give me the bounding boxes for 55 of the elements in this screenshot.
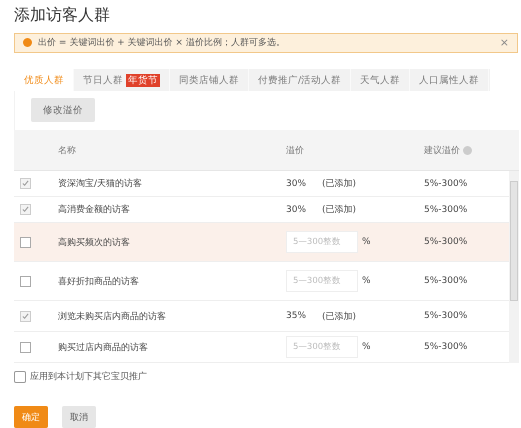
suggested-premium: 5%-300% — [424, 237, 468, 248]
row-checkbox[interactable] — [20, 276, 31, 287]
row-checkbox[interactable] — [20, 236, 31, 248]
apply-checkbox[interactable] — [14, 370, 26, 383]
close-button[interactable]: × — [500, 36, 509, 50]
suggested-premium: 5%-300% — [424, 178, 468, 189]
tab-label: 人口属性人群 — [419, 74, 480, 87]
suggested-premium: 5%-300% — [424, 311, 468, 322]
check-icon — [22, 180, 29, 188]
percent-unit: % — [362, 237, 371, 248]
audience-name: 购买过店内商品的访客 — [58, 342, 149, 354]
column-header: 溢价 — [286, 144, 304, 157]
tab[interactable]: 优质人群 — [15, 69, 74, 92]
tab-label: 节日人群 — [83, 74, 123, 87]
premium-value: 30% — [286, 178, 306, 189]
row-checkbox[interactable] — [20, 204, 31, 216]
warning-icon — [23, 38, 32, 48]
column-header: 名称 — [58, 144, 76, 157]
premium-input[interactable]: 5—300整数 — [286, 270, 358, 292]
alert-text: 出价 = 关键词出价 + 关键词出价 × 溢价比例；人群可多选。 — [38, 36, 286, 50]
audience-name: 喜好折扣商品的访客 — [58, 276, 140, 288]
premium-input[interactable]: 5—300整数 — [286, 231, 358, 254]
row-checkbox[interactable] — [20, 178, 31, 190]
check-icon — [22, 312, 29, 320]
added-status: (已添加) — [322, 310, 356, 323]
audience-name: 高消费金额的访客 — [58, 204, 131, 216]
confirm-button[interactable]: 确定 — [14, 406, 48, 428]
tab-label: 付费推广/活动人群 — [258, 74, 342, 87]
apply-label: 应用到本计划下其它宝贝推广 — [30, 370, 147, 384]
scrollbar[interactable] — [509, 171, 519, 364]
tab-label: 同类店铺人群 — [179, 74, 239, 87]
added-status: (已添加) — [322, 178, 356, 190]
suggested-premium: 5%-300% — [424, 342, 468, 352]
premium-value: 30% — [286, 204, 306, 215]
tab-badge: 年货节 — [126, 74, 160, 87]
percent-unit: % — [362, 342, 371, 352]
column-header: 建议溢价 — [424, 144, 460, 157]
modify-premium-button[interactable]: 修改溢价 — [31, 98, 95, 122]
audience-name: 资深淘宝/天猫的访客 — [58, 178, 144, 190]
premium-input[interactable]: 5—300整数 — [286, 336, 358, 358]
premium-value: 35% — [286, 311, 306, 322]
check-icon — [22, 206, 29, 214]
audience-name: 浏览未购买店内商品的访客 — [58, 310, 167, 323]
suggested-premium: 5%-300% — [424, 204, 468, 215]
cancel-button[interactable]: 取消 — [62, 406, 96, 428]
row-checkbox[interactable] — [20, 310, 31, 322]
tab-label: 天气人群 — [360, 74, 400, 87]
help-icon[interactable] — [463, 146, 472, 155]
percent-unit: % — [362, 276, 371, 286]
suggested-premium: 5%-300% — [424, 276, 468, 286]
audience-name: 高购买频次的访客 — [58, 236, 131, 249]
tab-label: 优质人群 — [24, 74, 64, 87]
row-checkbox[interactable] — [20, 342, 31, 353]
added-status: (已添加) — [322, 204, 356, 216]
dialog-title: 添加访客人群 — [14, 4, 111, 26]
